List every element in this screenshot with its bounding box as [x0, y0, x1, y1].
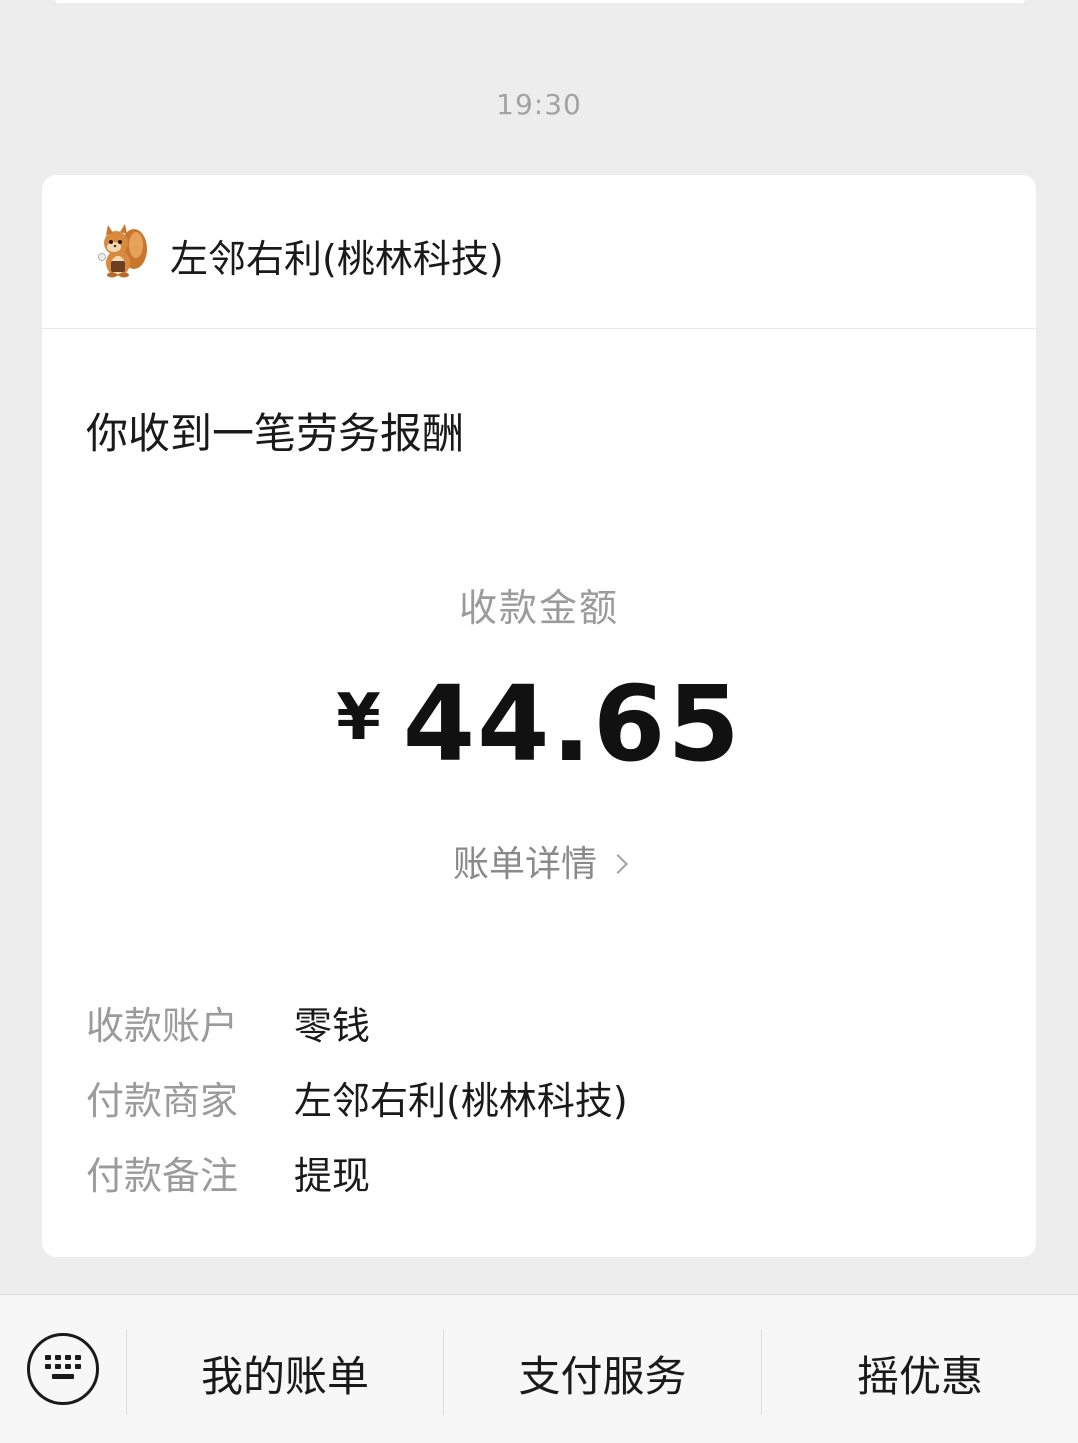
amount-display: ¥44.65 — [42, 663, 1036, 785]
detail-row-paying-merchant: 付款商家 左邻右利(桃林科技) — [86, 1070, 628, 1125]
payment-notification-card[interactable]: 左邻右利(桃林科技) 你收到一笔劳务报酬 收款金额 ¥44.65 账单详情 收款… — [42, 175, 1036, 1257]
bill-details-link[interactable]: 账单详情 — [42, 835, 1036, 887]
currency-symbol: ¥ — [336, 681, 381, 755]
detail-row-receiving-account: 收款账户 零钱 — [86, 995, 370, 1050]
notice-title: 你收到一笔劳务报酬 — [86, 409, 465, 458]
detail-value: 提现 — [294, 1154, 371, 1198]
detail-label: 收款账户 — [86, 1004, 239, 1048]
card-header[interactable]: 左邻右利(桃林科技) — [42, 175, 1036, 329]
detail-label: 付款商家 — [86, 1079, 239, 1123]
bill-details-label: 账单详情 — [452, 844, 597, 885]
bottom-menu-bar: 我的账单 支付服务 摇优惠 — [0, 1294, 1078, 1443]
menu-my-bills[interactable]: 我的账单 — [127, 1343, 443, 1404]
amount-label: 收款金额 — [458, 586, 619, 630]
menu-payment-services[interactable]: 支付服务 — [444, 1343, 761, 1404]
menu-shake-offers[interactable]: 摇优惠 — [762, 1343, 1078, 1404]
detail-value: 左邻右利(桃林科技) — [294, 1079, 628, 1123]
keyboard-icon[interactable] — [27, 1333, 99, 1405]
detail-label: 付款备注 — [86, 1154, 239, 1198]
amount-value: 44.65 — [402, 663, 742, 785]
previous-message-card-edge — [55, 0, 1025, 3]
squirrel-mascot-icon — [94, 223, 150, 279]
detail-row-payment-note: 付款备注 提现 — [86, 1145, 370, 1200]
chevron-right-icon — [608, 854, 628, 874]
merchant-name: 左邻右利(桃林科技) — [170, 237, 504, 281]
message-timestamp: 19:30 — [496, 88, 582, 121]
detail-value: 零钱 — [294, 1004, 371, 1048]
